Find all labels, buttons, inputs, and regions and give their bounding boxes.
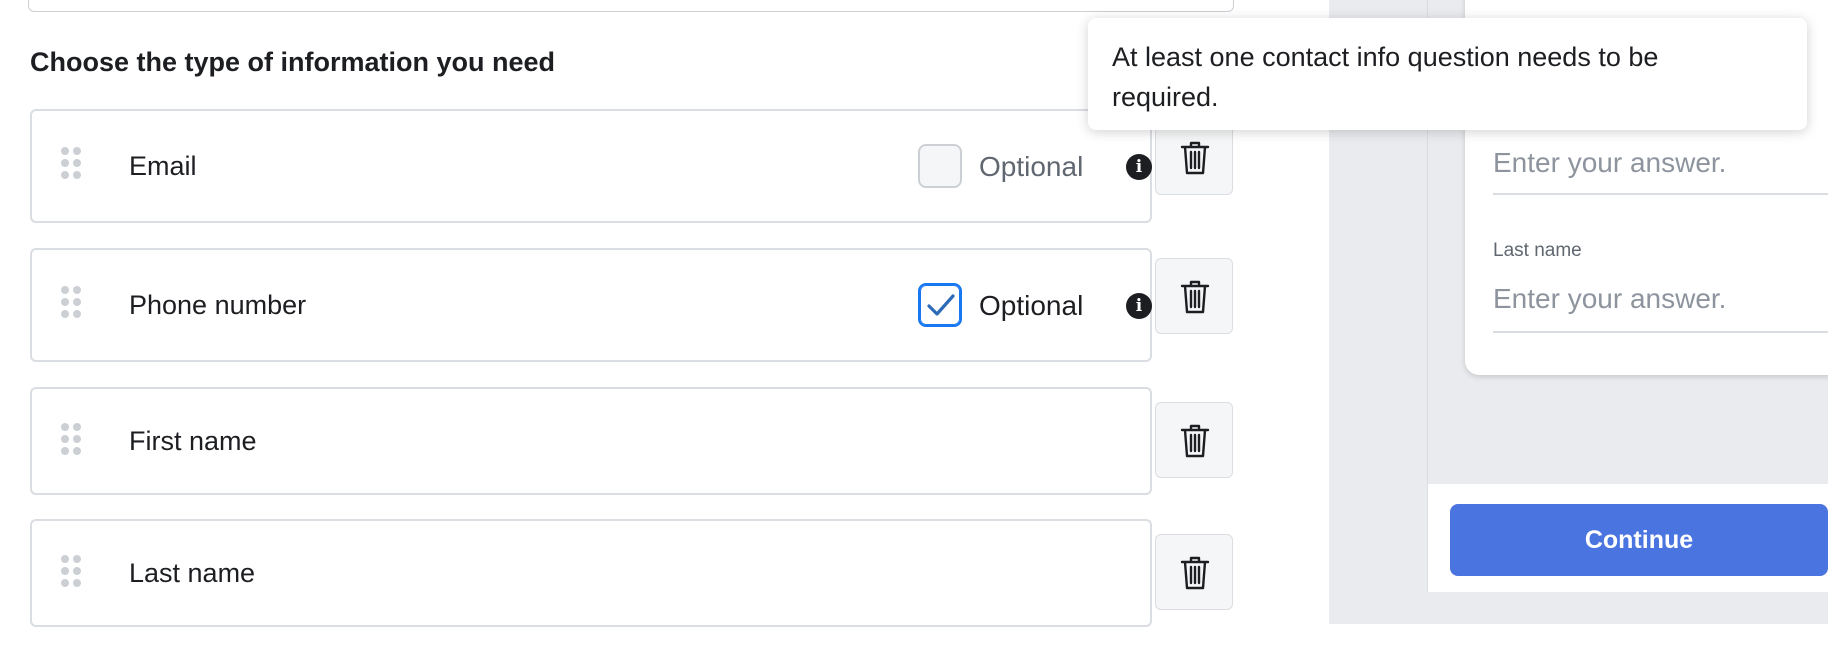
- question-label: Phone number: [129, 290, 307, 320]
- preview-field-label: Last name: [1493, 240, 1582, 261]
- input-underline: [1493, 193, 1828, 195]
- optional-checkbox[interactable]: [918, 144, 962, 188]
- previous-card: [28, 0, 1234, 12]
- question-label: First name: [129, 426, 257, 456]
- info-icon[interactable]: i: [1126, 293, 1152, 319]
- optional-checkbox[interactable]: [918, 283, 962, 327]
- preview-last-name-input[interactable]: Enter your answer.: [1493, 283, 1726, 315]
- delete-phone-number-button[interactable]: [1155, 258, 1233, 334]
- question-label: Email: [129, 151, 197, 181]
- question-row-email[interactable]: Email Optional i: [30, 109, 1152, 223]
- required-contact-tooltip: At least one contact info question needs…: [1088, 18, 1807, 130]
- delete-last-name-button[interactable]: [1155, 534, 1233, 610]
- question-row-last-name[interactable]: Last name: [30, 519, 1152, 627]
- trash-icon: [1180, 141, 1210, 175]
- continue-button[interactable]: Continue: [1450, 504, 1828, 576]
- optional-label: Optional: [979, 151, 1084, 182]
- delete-first-name-button[interactable]: [1155, 402, 1233, 478]
- info-icon[interactable]: i: [1126, 154, 1152, 180]
- tooltip-text: At least one contact info question needs…: [1112, 42, 1659, 112]
- drag-handle-icon[interactable]: [61, 147, 85, 181]
- question-label: Last name: [129, 558, 256, 588]
- delete-email-button[interactable]: [1155, 119, 1233, 195]
- preview-footer: Continue: [1428, 484, 1828, 592]
- drag-handle-icon[interactable]: [61, 286, 85, 320]
- section-title: Choose the type of information you need: [30, 47, 556, 77]
- trash-icon: [1180, 556, 1210, 590]
- trash-icon: [1180, 280, 1210, 314]
- check-icon: [927, 294, 955, 316]
- preview-first-name-input[interactable]: Enter your answer.: [1493, 147, 1726, 179]
- trash-icon: [1180, 424, 1210, 458]
- question-row-first-name[interactable]: First name: [30, 387, 1152, 495]
- drag-handle-icon[interactable]: [61, 555, 85, 589]
- input-underline: [1493, 331, 1828, 333]
- optional-label: Optional: [979, 290, 1084, 321]
- question-row-phone-number[interactable]: Phone number Optional i: [30, 248, 1152, 362]
- drag-handle-icon[interactable]: [61, 423, 85, 457]
